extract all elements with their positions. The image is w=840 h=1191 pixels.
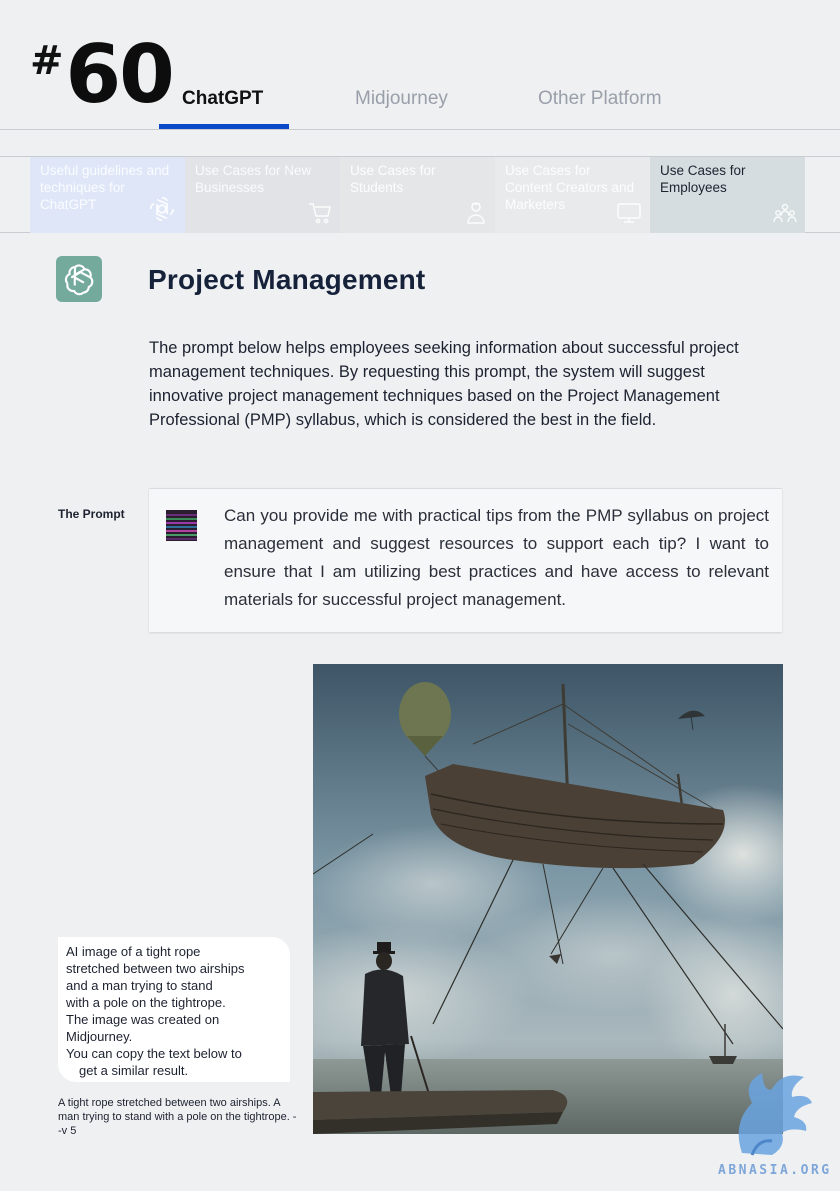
midjourney-prompt-text[interactable]: A tight rope stretched between two airsh…: [58, 1096, 298, 1138]
category-content-creators[interactable]: Use Cases for Content Creators and Marke…: [495, 157, 650, 233]
caption-line: AI image of a tight rope: [66, 944, 201, 959]
team-icon: [773, 202, 797, 227]
caption-line: get a similar result.: [79, 1063, 189, 1078]
caption-line: stretched between two airships: [66, 961, 245, 976]
tab-other-platform[interactable]: Other Platform: [538, 88, 662, 110]
page-number-value: 60: [65, 28, 175, 121]
category-label: Use Cases for Students: [350, 163, 436, 195]
category-employees[interactable]: Use Cases for Employees: [650, 157, 805, 233]
category-label: Use Cases for New Businesses: [195, 163, 312, 195]
cart-icon: [308, 202, 332, 227]
section-description: The prompt below helps employees seeking…: [149, 339, 739, 429]
openai-icon: [147, 194, 177, 227]
category-guidelines[interactable]: Useful guidelines and techniques for Cha…: [30, 157, 185, 233]
category-students[interactable]: Use Cases for Students: [340, 157, 495, 233]
avatar: [166, 510, 197, 541]
caption-line: and a man trying to stand: [66, 978, 213, 993]
tabs-divider: [0, 129, 840, 130]
category-new-businesses[interactable]: Use Cases for New Businesses: [185, 157, 340, 233]
category-nav: Useful guidelines and techniques for Cha…: [30, 157, 807, 233]
section-title: Project Management: [148, 264, 426, 295]
tab-midjourney[interactable]: Midjourney: [355, 88, 448, 110]
megaphone-icon: [616, 202, 642, 227]
prompt-label: The Prompt: [58, 507, 125, 521]
page-number: # 60: [30, 28, 175, 121]
caption-line: with a pole on the tightrope.: [66, 995, 226, 1010]
watermark-text: ABNASIA.ORG: [718, 1163, 832, 1178]
student-icon: [465, 200, 487, 227]
category-label: Use Cases for Employees: [660, 163, 746, 195]
chatgpt-logo-icon: [56, 256, 102, 302]
page-number-hash: #: [30, 38, 64, 84]
tab-chatgpt[interactable]: ChatGPT: [182, 88, 263, 110]
category-label: Use Cases for Content Creators and Marke…: [505, 163, 635, 212]
image-caption: AI image of a tight rope stretched betwe…: [58, 937, 290, 1082]
caption-line: The image was created on: [66, 1012, 220, 1027]
prompt-text[interactable]: Can you provide me with practical tips f…: [224, 502, 769, 614]
caption-line: Midjourney.: [66, 1029, 133, 1044]
prompt-box: Can you provide me with practical tips f…: [149, 488, 782, 632]
caption-line: You can copy the text below to: [66, 1046, 242, 1061]
